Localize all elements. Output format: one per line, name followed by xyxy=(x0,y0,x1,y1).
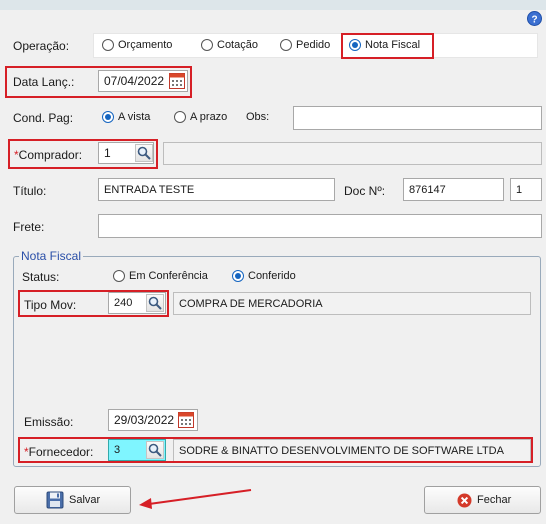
comprador-description-field xyxy=(163,142,542,165)
save-button[interactable]: Salvar xyxy=(14,486,131,514)
cond-pag-option-a-vista[interactable]: A vista xyxy=(118,111,150,123)
highlight-fornecedor xyxy=(18,437,533,463)
operacao-radio-orcamento[interactable] xyxy=(102,39,114,51)
operacao-radio-cotacao[interactable] xyxy=(201,39,213,51)
cond-pag-option-a-prazo[interactable]: A prazo xyxy=(190,111,227,123)
highlight-tipo-mov xyxy=(18,290,169,317)
floppy-disk-icon xyxy=(46,491,64,509)
doc-number-field[interactable]: 876147 xyxy=(403,178,504,201)
close-button[interactable]: Fechar xyxy=(424,486,541,514)
window-top-band xyxy=(0,0,546,10)
emissao-label: Emissão: xyxy=(24,415,74,429)
nota-fiscal-group xyxy=(13,256,541,467)
status-radio-em-conferencia[interactable] xyxy=(113,270,125,282)
status-label: Status: xyxy=(22,270,60,284)
close-circle-icon xyxy=(457,493,472,508)
obs-field[interactable] xyxy=(293,106,542,130)
status-option-em-conferencia[interactable]: Em Conferência xyxy=(129,270,208,282)
help-icon[interactable]: ? xyxy=(527,11,542,26)
highlight-nota-fiscal xyxy=(341,33,434,59)
titulo-field[interactable]: ENTRADA TESTE xyxy=(98,178,335,201)
cond-pag-label: Cond. Pag: xyxy=(13,111,74,125)
highlight-comprador xyxy=(8,139,158,169)
nota-fiscal-legend: Nota Fiscal xyxy=(19,249,84,263)
doc-serie-field[interactable]: 1 xyxy=(510,178,542,201)
cond-pag-radio-a-vista[interactable] xyxy=(102,111,114,123)
operacao-option-pedido[interactable]: Pedido xyxy=(296,39,330,51)
status-option-conferido[interactable]: Conferido xyxy=(248,270,296,282)
operacao-option-orcamento[interactable]: Orçamento xyxy=(118,39,172,51)
tipo-mov-description-field: COMPRA DE MERCADORIA xyxy=(173,292,531,315)
doc-label: Doc Nº: xyxy=(344,184,386,198)
titulo-label: Título: xyxy=(13,184,47,198)
calendar-icon[interactable] xyxy=(178,411,196,429)
purchase-form-window: ? Operação: Orçamento Cotação Pedido Not… xyxy=(0,0,546,524)
status-radio-conferido[interactable] xyxy=(232,270,244,282)
cond-pag-radio-a-prazo[interactable] xyxy=(174,111,186,123)
operacao-label: Operação: xyxy=(13,39,70,53)
svg-text:?: ? xyxy=(531,15,537,26)
annotation-arrow xyxy=(139,489,252,509)
operacao-option-cotacao[interactable]: Cotação xyxy=(217,39,258,51)
obs-label: Obs: xyxy=(246,111,270,123)
operacao-radio-pedido[interactable] xyxy=(280,39,292,51)
close-button-label: Fechar xyxy=(477,494,512,506)
highlight-data-lanc xyxy=(5,66,192,98)
save-button-label: Salvar xyxy=(69,494,101,506)
frete-label: Frete: xyxy=(13,220,45,234)
frete-field[interactable] xyxy=(98,214,542,238)
